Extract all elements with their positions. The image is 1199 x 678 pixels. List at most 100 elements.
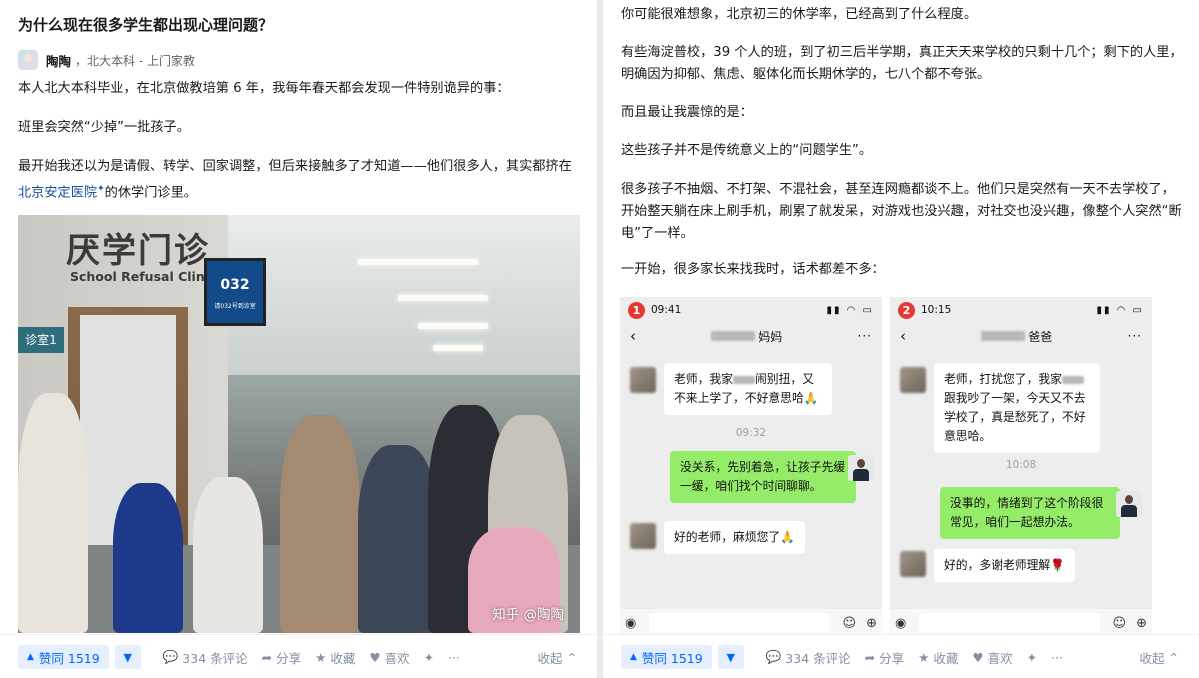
message-bubble-self: 没事的，情绪到了这个阶段很常见，咱们一起想办法。 [940, 487, 1120, 539]
chat-screenshot-2[interactable]: 2 10:15 ▮▮ ◠ ▭ ‹ 爸爸 ··· 老师，打扰您了，我家跟我吵了一架… [890, 297, 1152, 637]
heart-icon: ♥ [972, 649, 984, 665]
chat-title: 妈妈 [711, 328, 782, 345]
back-icon: ‹ [630, 327, 636, 345]
vote-up-icon: ▲ [27, 652, 34, 662]
favorite-button[interactable]: ★ 收藏 [918, 648, 958, 667]
vote-down-icon: ▼ [726, 650, 735, 664]
message-input[interactable] [919, 613, 1100, 633]
number-badge: 2 [898, 301, 915, 319]
ai-button[interactable]: ✦ [424, 650, 434, 665]
comment-icon: 💬 [162, 649, 179, 664]
collapse-button[interactable]: 收起 ⌃ [1140, 648, 1180, 667]
status-bar: 2 10:15 ▮▮ ◠ ▭ [890, 297, 1152, 323]
queue-label: 请032号到诊室 [214, 303, 256, 310]
favorite-button[interactable]: ★ 收藏 [315, 648, 355, 667]
room-sign: 诊室1 [18, 327, 64, 353]
paragraph: 一开始，很多家长来找我时，话术都差不多： [621, 262, 885, 277]
avatar [630, 367, 656, 393]
like-button[interactable]: ♥ 喜欢 [369, 648, 409, 667]
chat-screenshot-1[interactable]: 1 09:41 ▮▮ ◠ ▭ ‹ 妈妈 ··· 老师，我家 闹别扭，又不来上学了，… [620, 297, 882, 637]
person [280, 415, 360, 633]
star-icon: ★ [315, 649, 327, 665]
message-text: 跟我吵了一架，今天又不去学校了，真是愁死了，不好意思哈。 [944, 391, 1086, 443]
question-title[interactable]: 为什么现在很多学生都出现心理问题？ [18, 14, 273, 35]
emoji-icon[interactable]: ☺ [1113, 616, 1127, 631]
watermark: 知乎 @陶陶 [492, 607, 564, 623]
action-bar: ▲ 赞同 1519 ▼ 💬 334 条评论 ➦ 分享 ★ 收藏 ♥ 喜欢 ✦ ··· 收起… [603, 634, 1199, 678]
sparkle-icon: ✦ [1026, 649, 1038, 665]
status-bar: 1 09:41 ▮▮ ◠ ▭ [620, 297, 882, 323]
plus-icon[interactable]: ⊕ [1136, 616, 1147, 631]
plus-icon[interactable]: ⊕ [866, 616, 877, 631]
status-time: 10:15 [921, 304, 952, 316]
paragraph: 这些孩子并不是传统意义上的“问题学生”。 [621, 143, 873, 158]
more-button[interactable]: ··· [1051, 650, 1063, 665]
chevron-up-icon: ⌃ [566, 649, 577, 665]
comment-count: 334 条评论 [785, 650, 851, 666]
message-time: 09:32 [735, 427, 767, 439]
share-button[interactable]: ➦ 分享 [262, 648, 302, 667]
clinic-photo[interactable]: 厌学门诊 School Refusal Clinic 诊室1 032 请032号… [18, 215, 580, 633]
action-bar: ▲ 赞同 1519 ▼ 💬 334 条评论 ➦ 分享 ★ 收藏 ♥ 喜欢 ✦ ··· 收起… [0, 634, 597, 678]
paragraph: 而且最让我震惊的是： [621, 105, 753, 120]
avatar[interactable] [18, 50, 38, 70]
person [113, 483, 183, 633]
paragraph-text: 的休学门诊里。 [104, 185, 197, 201]
ceiling-light [418, 323, 488, 329]
vote-down-button[interactable]: ▼ [114, 645, 141, 669]
ceiling [228, 215, 580, 375]
chevron-up-icon: ⌃ [1168, 649, 1179, 665]
blurred-name [981, 331, 1026, 341]
voice-icon[interactable]: ◉ [895, 616, 906, 631]
share-icon: ➦ [261, 649, 273, 665]
author-meta: ，北大本科 - 上门家教 [75, 53, 195, 68]
blurred-name [733, 375, 755, 384]
vote-down-icon: ▼ [123, 650, 132, 664]
like-label: 喜欢 [987, 650, 1013, 666]
blurred-name [1061, 375, 1084, 384]
message-input[interactable] [649, 613, 830, 633]
paragraph: 最开始我还以为是请假、转学、回家调整，但后来接触多了才知道——他们很多人，其实都… [18, 159, 572, 201]
ai-button[interactable]: ✦ [1027, 650, 1037, 665]
status-time: 09:41 [651, 304, 682, 316]
person [18, 393, 88, 633]
share-label: 分享 [276, 650, 302, 666]
star-icon: ★ [918, 649, 930, 665]
like-button[interactable]: ♥ 喜欢 [972, 648, 1012, 667]
more-icon: ··· [1051, 649, 1064, 665]
more-icon: ··· [1127, 329, 1142, 343]
author-name[interactable]: 陶陶 [46, 51, 71, 70]
vote-count: 赞同 1519 [38, 650, 100, 666]
hospital-link[interactable]: 北京安定医院 [18, 185, 97, 200]
more-icon: ··· [857, 329, 872, 343]
message-bubble: 老师，打扰您了，我家跟我吵了一架，今天又不去学校了，真是愁死了，不好意思哈。 [934, 363, 1100, 453]
chat-header: ‹ 爸爸 ··· [890, 323, 1152, 349]
paragraph: 很多孩子不抽烟、不打架、不混社会，甚至连网瘾都谈不上。他们只是突然有一天不去学校… [621, 182, 1182, 241]
vote-count: 赞同 1519 [641, 650, 703, 666]
more-button[interactable]: ··· [448, 650, 460, 665]
teacher-avatar [848, 455, 874, 481]
avatar [900, 367, 926, 393]
share-button[interactable]: ➦ 分享 [865, 648, 905, 667]
vote-up-button[interactable]: ▲ 赞同 1519 [18, 645, 109, 669]
voice-icon[interactable]: ◉ [625, 616, 636, 631]
message-time: 10:08 [1005, 459, 1037, 471]
more-icon: ··· [448, 649, 461, 665]
ceiling-light [358, 259, 478, 265]
person [358, 445, 438, 633]
message-bubble: 好的，多谢老师理解🌹 [934, 549, 1075, 582]
paragraph: 班里会突然“少掉”一批孩子。 [18, 120, 190, 135]
emoji-icon[interactable]: ☺ [843, 616, 857, 631]
collapse-button[interactable]: 收起 ⌃ [538, 648, 578, 667]
clinic-sign: 厌学门诊 [66, 231, 210, 271]
chat-header: ‹ 妈妈 ··· [620, 323, 882, 349]
back-icon: ‹ [900, 327, 906, 345]
answer-panel-left: 为什么现在很多学生都出现心理问题？ 陶陶 ，北大本科 - 上门家教 本人北大本科… [0, 0, 597, 678]
paragraph: 你可能很难想象，北京初三的休学率，已经高到了什么程度。 [621, 7, 978, 22]
chat-title-text: 妈妈 [758, 329, 783, 344]
comment-count: 334 条评论 [182, 650, 248, 666]
vote-up-button[interactable]: ▲ 赞同 1519 [621, 645, 712, 669]
comment-button[interactable]: 💬 334 条评论 [766, 648, 851, 667]
vote-down-button[interactable]: ▼ [717, 645, 744, 669]
comment-button[interactable]: 💬 334 条评论 [163, 648, 248, 667]
